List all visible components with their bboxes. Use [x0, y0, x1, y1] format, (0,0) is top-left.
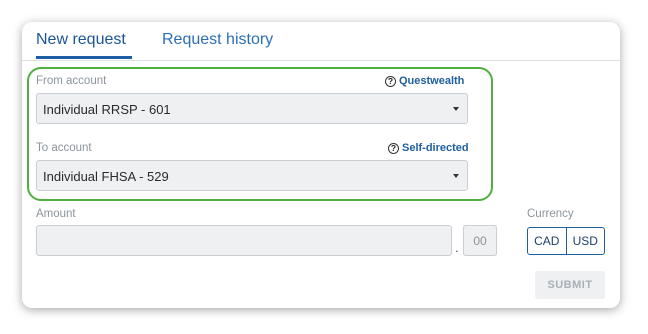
- transfer-request-card: New request Request history From account…: [22, 22, 620, 308]
- currency-usd-button[interactable]: USD: [565, 228, 605, 254]
- tab-new-request[interactable]: New request: [36, 31, 126, 49]
- from-account-label: From account: [36, 75, 107, 87]
- to-account-help-text: Self-directed: [402, 142, 469, 154]
- dropdown-caret-icon: [453, 174, 459, 178]
- help-circle-icon: ?: [388, 142, 399, 154]
- to-account-value: Individual FHSA - 529: [43, 169, 169, 184]
- currency-label: Currency: [527, 208, 574, 220]
- currency-toggle: CAD USD: [527, 227, 605, 255]
- active-tab-indicator: [36, 56, 132, 59]
- from-account-value: Individual RRSP - 601: [43, 102, 171, 117]
- amount-label: Amount: [36, 208, 76, 220]
- amount-cents-input[interactable]: 00: [463, 225, 497, 256]
- amount-cents-value: 00: [473, 233, 487, 248]
- to-account-label: To account: [36, 142, 92, 154]
- amount-input[interactable]: [36, 225, 452, 256]
- help-circle-icon: ?: [385, 75, 396, 87]
- from-account-help-text: Questwealth: [399, 75, 465, 87]
- from-account-help-link[interactable]: ? Questwealth: [385, 75, 464, 87]
- to-account-select[interactable]: Individual FHSA - 529: [36, 160, 468, 191]
- decimal-separator: .: [455, 240, 459, 255]
- submit-button[interactable]: SUBMIT: [535, 271, 605, 299]
- from-account-select[interactable]: Individual RRSP - 601: [36, 93, 468, 124]
- to-account-help-link[interactable]: ? Self-directed: [388, 142, 469, 154]
- tab-request-history[interactable]: Request history: [162, 31, 273, 49]
- tab-bar: New request Request history: [22, 22, 620, 61]
- dropdown-caret-icon: [453, 107, 459, 111]
- currency-cad-button[interactable]: CAD: [528, 228, 566, 254]
